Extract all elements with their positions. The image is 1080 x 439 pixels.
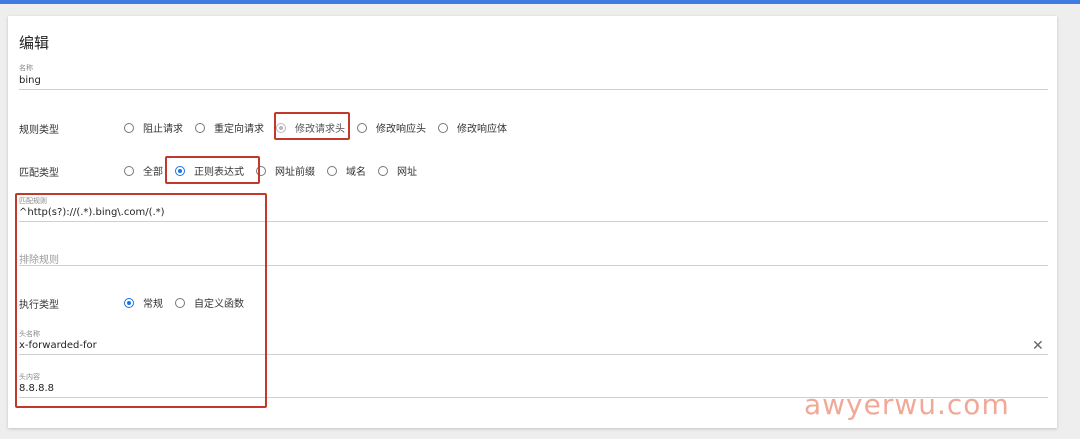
watermark-text: awyerwu.com <box>804 388 1010 421</box>
radio-match-domain[interactable]: 域名 <box>327 163 366 178</box>
radio-exec-custom-function[interactable]: 自定义函数 <box>175 295 244 310</box>
radio-label: 常规 <box>143 299 163 310</box>
exec-type-radio-group: 常规 自定义函数 <box>124 295 256 310</box>
header-name-underline <box>19 354 1048 355</box>
match-rule-label: 匹配规则 <box>19 197 47 205</box>
match-rule-input[interactable]: ^http(s?)://(.*).bing\.com/(.*) <box>19 207 165 218</box>
radio-modify-response-header[interactable]: 修改响应头 <box>357 120 426 135</box>
radio-label: 修改响应头 <box>376 124 426 135</box>
rule-type-radio-group: 阻止请求 重定向请求 修改请求头 修改响应头 修改响应体 <box>124 120 519 135</box>
header-name-label: 头名称 <box>19 330 40 338</box>
rule-type-label: 规则类型 <box>19 125 59 136</box>
radio-label: 全部 <box>143 167 163 178</box>
radio-block-request[interactable]: 阻止请求 <box>124 120 183 135</box>
header-name-input[interactable]: x-forwarded-for <box>19 340 97 351</box>
radio-label: 网址 <box>397 167 417 178</box>
radio-label: 正则表达式 <box>194 167 244 178</box>
exclude-rule-underline <box>19 265 1048 266</box>
radio-label: 网址前缀 <box>275 167 315 178</box>
header-value-label: 头内容 <box>19 373 40 381</box>
radio-circle-icon <box>378 165 388 176</box>
radio-circle-selected-icon <box>276 122 286 133</box>
radio-circle-selected-icon <box>124 297 134 308</box>
radio-modify-response-body[interactable]: 修改响应体 <box>438 120 507 135</box>
edit-card: 编辑 名称 bing 规则类型 阻止请求 重定向请求 修改请求头 修改响应头 修… <box>8 16 1057 428</box>
radio-circle-icon <box>327 165 337 176</box>
radio-circle-icon <box>256 165 266 176</box>
radio-label: 自定义函数 <box>194 299 244 310</box>
radio-label: 修改请求头 <box>295 124 345 135</box>
radio-label: 域名 <box>346 167 366 178</box>
radio-modify-request-header[interactable]: 修改请求头 <box>276 120 345 135</box>
radio-match-url[interactable]: 网址 <box>378 163 417 178</box>
radio-label: 修改响应体 <box>457 124 507 135</box>
radio-label: 阻止请求 <box>143 124 183 135</box>
header-value-input[interactable]: 8.8.8.8 <box>19 383 54 394</box>
radio-circle-icon <box>438 122 448 133</box>
exclude-rule-input[interactable]: 排除规则 <box>19 251 59 266</box>
radio-circle-icon <box>175 297 185 308</box>
match-type-label: 匹配类型 <box>19 168 59 179</box>
radio-exec-normal[interactable]: 常规 <box>124 295 163 310</box>
name-field-underline <box>19 89 1048 90</box>
radio-label: 重定向请求 <box>214 124 264 135</box>
radio-circle-icon <box>357 122 367 133</box>
radio-match-all[interactable]: 全部 <box>124 163 163 178</box>
radio-match-regex[interactable]: 正则表达式 <box>175 163 244 178</box>
match-type-radio-group: 全部 正则表达式 网址前缀 域名 网址 <box>124 163 429 178</box>
radio-circle-icon <box>124 165 134 176</box>
name-field[interactable]: bing <box>19 75 41 86</box>
exec-type-label: 执行类型 <box>19 300 59 311</box>
radio-circle-icon <box>195 122 205 133</box>
radio-match-url-prefix[interactable]: 网址前缀 <box>256 163 315 178</box>
match-rule-underline <box>19 221 1048 222</box>
top-app-bar <box>0 0 1080 4</box>
close-icon[interactable]: ✕ <box>1032 339 1044 353</box>
page-title: 编辑 <box>19 34 50 52</box>
radio-circle-icon <box>124 122 134 133</box>
name-field-label: 名称 <box>19 64 33 72</box>
radio-redirect-request[interactable]: 重定向请求 <box>195 120 264 135</box>
radio-circle-selected-icon <box>175 165 185 176</box>
